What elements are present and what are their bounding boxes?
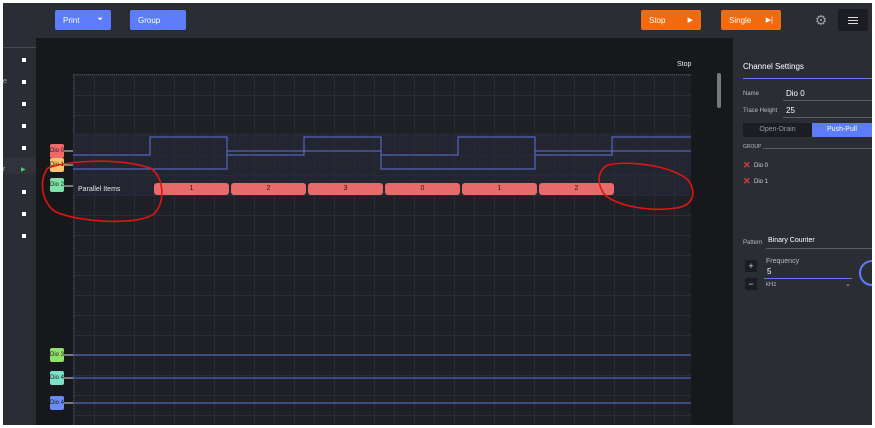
channel-badge-dio-4[interactable]: Dio 4	[50, 371, 64, 385]
frequency-field[interactable]: 5	[767, 267, 771, 276]
sidebar-item-2[interactable]	[22, 80, 26, 84]
print-button-label: Print	[63, 15, 80, 25]
group-item-dio-1: Dio 1	[754, 179, 769, 185]
frequency-underline	[764, 278, 852, 279]
frequency-label: Frequency	[766, 258, 800, 265]
name-label: Name	[743, 91, 760, 97]
channel-badge-dio-3[interactable]: Dio 3	[50, 348, 64, 362]
app-window: Print ⏷ Group Stop ▶ Single ▶| ⚙ e r ▶ S…	[3, 3, 872, 425]
play-icon: ▶	[687, 17, 693, 24]
sidebar-item-4[interactable]	[22, 124, 26, 128]
name-field[interactable]: Dio 0	[786, 89, 805, 98]
sidebar-item-5[interactable]	[22, 146, 26, 150]
pattern-underline	[766, 248, 872, 249]
top-toolbar: Print ⏷ Group Stop ▶ Single ▶| ⚙	[3, 3, 872, 38]
channel-badge-dio-2[interactable]: Dio 2	[50, 178, 64, 192]
chevron-down-icon[interactable]: ⌄	[845, 280, 851, 288]
frequency-decrease-button[interactable]: −	[745, 278, 757, 290]
pattern-select[interactable]: Binary Counter	[768, 237, 815, 244]
channel-badge-dio-0[interactable]: Dio 0	[50, 144, 64, 158]
sidebar-item-9[interactable]	[22, 234, 26, 238]
stop-button[interactable]: Stop ▶	[641, 10, 701, 30]
frequency-increase-button[interactable]: +	[745, 260, 757, 272]
group-button-label: Group	[138, 15, 161, 25]
group-divider	[763, 148, 872, 149]
stop-button-label: Stop	[649, 15, 666, 25]
single-button[interactable]: Single ▶|	[721, 10, 781, 30]
bus-segment: 1	[154, 183, 229, 195]
gear-icon[interactable]: ⚙	[813, 12, 829, 28]
chevron-circle-down-icon: ⏷	[97, 16, 103, 23]
push-pull-option[interactable]: Push-Pull	[812, 123, 872, 137]
group-heading: GROUP	[743, 144, 762, 150]
bus-segment: 1	[462, 183, 537, 195]
group-item-dio-0: Dio 0	[754, 163, 769, 169]
sidebar-item-3[interactable]	[22, 102, 26, 106]
frequency-dial[interactable]	[859, 260, 872, 286]
pattern-label: Pattern	[743, 240, 763, 246]
frequency-unit-select[interactable]: kHz	[766, 282, 776, 288]
bus-segment: 3	[308, 183, 383, 195]
hamburger-menu-button[interactable]	[838, 9, 868, 31]
left-sidebar: e r ▶	[3, 38, 36, 425]
trace-dio-0	[73, 136, 691, 156]
channel-settings-panel: Channel Settings Name Dio 0 Trace Height…	[733, 38, 872, 425]
sidebar-label-fragment: e	[3, 78, 7, 85]
remove-dio-0-icon[interactable]: ✕	[743, 160, 751, 171]
trace-dio-1	[73, 150, 691, 170]
panel-title: Channel Settings	[743, 62, 804, 71]
panel-title-underline	[743, 78, 872, 79]
step-icon: ▶|	[765, 17, 773, 24]
channel-badge-dio-1[interactable]: Dio 1	[50, 158, 64, 172]
logic-plot[interactable]: Stop Dio 0 Dio 1 Dio 2 Dio 3 Dio 4 Dio 4…	[36, 38, 733, 425]
single-button-label: Single	[729, 15, 752, 25]
open-drain-option[interactable]: Open-Drain	[743, 123, 812, 137]
sidebar-divider	[3, 47, 36, 48]
sidebar-item-7[interactable]	[22, 190, 26, 194]
bus-segment: 2	[231, 183, 306, 195]
name-field-underline	[783, 100, 872, 101]
trace-height-underline	[783, 117, 872, 118]
trace-height-label: Trace Height	[743, 108, 778, 114]
remove-dio-1-icon[interactable]: ✕	[743, 176, 751, 187]
channel-badge-dio-4b[interactable]: Dio 4	[50, 396, 64, 410]
bus-segment: 2	[539, 183, 614, 195]
sidebar-label-fragment-active: r	[3, 166, 6, 173]
sidebar-item-8[interactable]	[22, 212, 26, 216]
parallel-items-label: Parallel Items	[78, 186, 121, 193]
print-button[interactable]: Print ⏷	[55, 10, 111, 30]
sidebar-item-1[interactable]	[22, 58, 26, 62]
group-button[interactable]: Group	[130, 10, 186, 30]
trace-height-field[interactable]: 25	[786, 106, 795, 115]
play-icon[interactable]: ▶	[21, 166, 26, 173]
bus-segment: 0	[385, 183, 460, 195]
trace-lines	[64, 136, 691, 404]
sidebar-item-active[interactable]	[3, 158, 36, 174]
